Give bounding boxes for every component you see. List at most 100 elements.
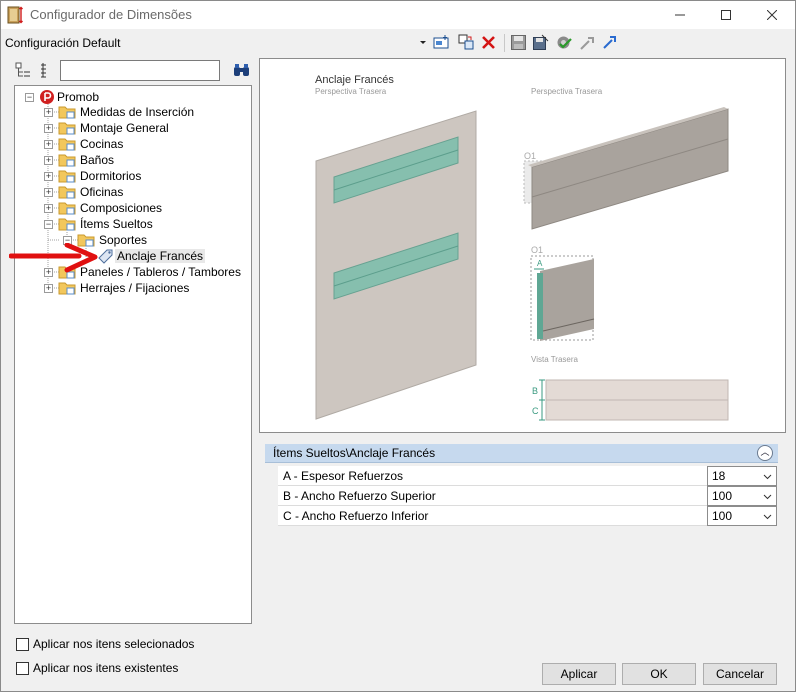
copy-config-icon[interactable] (458, 34, 475, 51)
preview-subtitle-left: Perspectiva Trasera (315, 87, 387, 96)
tree-item-herrajes[interactable]: Herrajes / Fijaciones (58, 280, 191, 296)
tree-item-oficinas[interactable]: Oficinas (58, 184, 125, 200)
expand-toggle[interactable]: + (44, 204, 53, 213)
promob-logo-icon (40, 90, 54, 104)
tree-label: Promob (57, 90, 100, 104)
chevron-down-icon (763, 514, 772, 520)
tree-item-cocinas[interactable]: Cocinas (58, 136, 125, 152)
label-c: C (532, 406, 539, 416)
import-icon[interactable] (579, 34, 596, 51)
tree-item-medidas[interactable]: Medidas de Inserción (58, 104, 196, 120)
save-icon[interactable] (510, 34, 527, 51)
configuration-select[interactable]: Configuración Default (5, 36, 120, 50)
tree-item-montaje[interactable]: Montaje General (58, 120, 171, 136)
expand-toggle[interactable]: + (44, 172, 53, 181)
apply-check-icon[interactable] (555, 34, 572, 51)
tree-item-composiciones[interactable]: Composiciones (58, 200, 164, 216)
folder-icon (58, 106, 76, 119)
toolbar-separator (504, 34, 505, 52)
collapse-toggle[interactable]: − (25, 93, 34, 102)
maximize-icon (721, 10, 731, 20)
tree-item-anclaje-frances[interactable]: Anclaje Francés (97, 248, 206, 264)
category-tree: − Promob + Medidas de Inserción + Montaj… (14, 85, 252, 624)
tree-item-items-sueltos[interactable]: Ítems Sueltos (58, 216, 155, 232)
expand-toggle[interactable]: + (44, 188, 53, 197)
property-value: 100 (712, 489, 733, 503)
tree-label: Composiciones (80, 201, 163, 215)
item-tag-icon (98, 249, 113, 264)
tree-item-banos[interactable]: Baños (58, 152, 116, 168)
lower-strip-shape (545, 399, 729, 421)
label-o1-mid: O1 (531, 245, 543, 255)
expand-toggle[interactable]: + (44, 108, 53, 117)
property-value-select[interactable]: 18 (707, 466, 777, 486)
property-value: 18 (712, 469, 726, 483)
collapse-all-icon[interactable] (39, 62, 53, 78)
app-icon (7, 6, 23, 24)
property-name: B - Ancho Refuerzo Superior (283, 489, 436, 503)
beam-shape (531, 108, 729, 230)
property-name: C - Ancho Refuerzo Inferior (283, 509, 429, 523)
delete-icon[interactable] (480, 34, 497, 51)
apply-selected-label: Aplicar nos itens selecionados (33, 637, 195, 651)
apply-existing-checkbox[interactable] (16, 662, 29, 675)
tree-label: Baños (80, 153, 115, 167)
anclaje-preview-drawing: Anclaje Francés Perspectiva Trasera Pers… (315, 74, 729, 421)
apply-selected-checkbox[interactable] (16, 638, 29, 651)
cancel-button[interactable]: Cancelar (703, 663, 777, 685)
folder-icon (58, 186, 76, 199)
close-icon (767, 10, 777, 20)
configuration-bar: Configuración Default (1, 30, 795, 56)
binoculars-search-icon[interactable] (233, 62, 250, 78)
save-as-icon[interactable] (532, 34, 549, 51)
folder-icon (58, 154, 76, 167)
preview-title: Anclaje Francés (315, 74, 394, 86)
label-b: B (532, 386, 538, 396)
tree-search-input[interactable] (60, 60, 220, 81)
tree-item-dormitorios[interactable]: Dormitorios (58, 168, 143, 184)
properties-header-label: Ítems Sueltos\Anclaje Francés (273, 446, 436, 460)
expand-all-icon[interactable] (15, 62, 31, 78)
title-bar: Configurador de Dimensões (1, 1, 795, 29)
property-row-ancho-superior: B - Ancho Refuerzo Superior 100 (278, 486, 777, 506)
folder-icon (58, 122, 76, 135)
minimize-button[interactable] (657, 1, 703, 29)
close-button[interactable] (749, 1, 795, 29)
apply-existing-label: Aplicar nos itens existentes (33, 661, 179, 675)
folder-icon (58, 202, 76, 215)
chevron-down-icon (763, 474, 772, 480)
folder-icon (58, 138, 76, 151)
tree-label: Cocinas (80, 137, 124, 151)
property-value-select[interactable]: 100 (707, 506, 777, 526)
apply-button[interactable]: Aplicar (542, 663, 616, 685)
collapse-up-icon[interactable]: ︿ (757, 445, 773, 461)
expand-toggle[interactable]: + (44, 140, 53, 149)
expand-toggle[interactable]: + (44, 124, 53, 133)
collapse-toggle[interactable]: − (44, 220, 53, 229)
window-title: Configurador de Dimensões (30, 7, 192, 22)
property-value-select[interactable]: 100 (707, 486, 777, 506)
expand-toggle[interactable]: + (44, 284, 53, 293)
tree-root-promob[interactable]: Promob (39, 89, 101, 105)
open-folder-icon (58, 218, 76, 231)
new-config-icon[interactable] (433, 34, 450, 51)
property-value: 100 (712, 509, 733, 523)
tree-label: Soportes (99, 233, 148, 247)
export-icon[interactable] (601, 34, 618, 51)
configurator-window: Configurador de Dimensões Configuración … (0, 0, 796, 692)
dropdown-arrow-icon[interactable] (419, 38, 427, 46)
label-o1-top: O1 (524, 151, 536, 161)
properties-group-header[interactable]: Ítems Sueltos\Anclaje Francés ︿ (265, 444, 778, 463)
preview-subtitle-right: Perspectiva Trasera (531, 87, 603, 96)
tree-label: Montaje General (80, 121, 169, 135)
maximize-button[interactable] (703, 1, 749, 29)
tree-label-selected: Anclaje Francés (115, 249, 206, 263)
property-row-ancho-inferior: C - Ancho Refuerzo Inferior 100 (278, 506, 777, 526)
expand-toggle[interactable]: + (44, 156, 53, 165)
property-name: A - Espesor Refuerzos (283, 469, 404, 483)
ok-button[interactable]: OK (622, 663, 696, 685)
tree-label: Ítems Sueltos (80, 217, 153, 231)
label-vista-trasera: Vista Trasera (531, 355, 579, 364)
minimize-icon (675, 14, 685, 16)
thickness-a-shape (537, 273, 543, 339)
